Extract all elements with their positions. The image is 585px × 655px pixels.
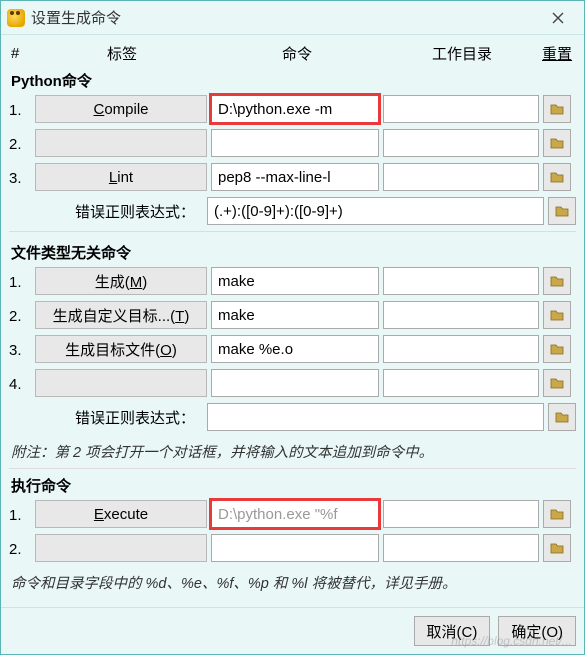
- label-button-empty[interactable]: [35, 129, 207, 157]
- regex-label: 错误正则表达式：: [9, 407, 203, 428]
- label-button-compile[interactable]: Compile: [35, 95, 207, 123]
- wd-input[interactable]: [383, 369, 539, 397]
- dir-browse-button[interactable]: [548, 403, 576, 431]
- close-icon: [552, 12, 564, 24]
- dir-browse-button[interactable]: [543, 163, 571, 191]
- regex-input-python[interactable]: [207, 197, 544, 225]
- close-button[interactable]: [538, 5, 578, 31]
- ok-button[interactable]: 确定(O): [498, 616, 576, 646]
- dir-browse-button[interactable]: [543, 95, 571, 123]
- wd-input[interactable]: [383, 534, 539, 562]
- cmd-input-make-object[interactable]: [211, 335, 379, 363]
- label-button-make-custom[interactable]: 生成自定义目标...(T): [35, 301, 207, 329]
- section-exec-title: 执行命令: [9, 469, 576, 500]
- reset-link[interactable]: 重置: [542, 46, 572, 63]
- dir-browse-button[interactable]: [543, 301, 571, 329]
- exec-row-1: 1. Execute: [9, 500, 576, 528]
- titlebar: 设置生成命令: [1, 1, 584, 35]
- content-area: # 标签 命令 工作目录 重置 Python命令 1. Compile 2. 3…: [1, 35, 584, 607]
- folder-icon: [554, 409, 570, 425]
- cmd-input[interactable]: [211, 129, 379, 157]
- row-num: 4.: [9, 374, 31, 393]
- header-wd: 工作目录: [387, 43, 537, 64]
- window-title: 设置生成命令: [31, 7, 538, 28]
- wd-input[interactable]: [383, 129, 539, 157]
- folder-icon: [549, 169, 565, 185]
- folder-icon: [549, 135, 565, 151]
- header-num: #: [9, 45, 37, 62]
- dir-browse-button[interactable]: [548, 197, 576, 225]
- row-num: 1.: [9, 100, 31, 119]
- filetype-row-4: 4.: [9, 369, 576, 397]
- row-num: 3.: [9, 340, 31, 359]
- cancel-button[interactable]: 取消(C): [414, 616, 491, 646]
- filetype-note: 附注：第 2 项会打开一个对话框，并将输入的文本追加到命令中。: [9, 437, 576, 469]
- dir-browse-button[interactable]: [543, 335, 571, 363]
- header-label: 标签: [37, 43, 207, 64]
- exec-note: 命令和目录字段中的 %d、%e、%f、%p 和 %l 将被替代，详见手册。: [9, 568, 576, 599]
- wd-input[interactable]: [383, 301, 539, 329]
- folder-icon: [549, 341, 565, 357]
- wd-input[interactable]: [383, 500, 539, 528]
- cmd-input-compile[interactable]: [211, 95, 379, 123]
- folder-icon: [549, 506, 565, 522]
- python-row-1: 1. Compile: [9, 95, 576, 123]
- filetype-row-2: 2. 生成自定义目标...(T): [9, 301, 576, 329]
- label-button-empty[interactable]: [35, 369, 207, 397]
- label-button-lint[interactable]: Lint: [35, 163, 207, 191]
- dir-browse-button[interactable]: [543, 369, 571, 397]
- section-python-title: Python命令: [9, 70, 576, 95]
- wd-input[interactable]: [383, 267, 539, 295]
- folder-icon: [549, 307, 565, 323]
- filetype-regex-row: 错误正则表达式：: [9, 403, 576, 431]
- regex-input-filetype[interactable]: [207, 403, 544, 431]
- footer: 取消(C) 确定(O) https://blog.csdn.net/...: [1, 607, 584, 654]
- row-num: 3.: [9, 168, 31, 187]
- header-cmd: 命令: [207, 43, 387, 64]
- cmd-input-lint[interactable]: [211, 163, 379, 191]
- row-num: 1.: [9, 272, 31, 291]
- dir-browse-button[interactable]: [543, 129, 571, 157]
- column-headers: # 标签 命令 工作目录 重置: [9, 41, 576, 70]
- cmd-input-execute[interactable]: [211, 500, 379, 528]
- divider: [9, 231, 576, 232]
- cmd-input[interactable]: [211, 369, 379, 397]
- row-num: 1.: [9, 505, 31, 524]
- header-reset: 重置: [537, 43, 576, 64]
- python-row-2: 2.: [9, 129, 576, 157]
- dir-browse-button[interactable]: [543, 534, 571, 562]
- section-filetype-title: 文件类型无关命令: [9, 236, 576, 267]
- label-button-empty[interactable]: [35, 534, 207, 562]
- cmd-input-make-custom[interactable]: [211, 301, 379, 329]
- row-num: 2.: [9, 306, 31, 325]
- label-button-make[interactable]: 生成(M): [35, 267, 207, 295]
- wd-input[interactable]: [383, 163, 539, 191]
- wd-input[interactable]: [383, 95, 539, 123]
- exec-row-2: 2.: [9, 534, 576, 562]
- folder-icon: [549, 101, 565, 117]
- folder-icon: [554, 203, 570, 219]
- regex-label: 错误正则表达式：: [9, 201, 203, 222]
- folder-icon: [549, 273, 565, 289]
- app-icon: [7, 9, 25, 27]
- python-regex-row: 错误正则表达式：: [9, 197, 576, 225]
- label-button-make-object[interactable]: 生成目标文件(O): [35, 335, 207, 363]
- row-num: 2.: [9, 134, 31, 153]
- python-row-3: 3. Lint: [9, 163, 576, 191]
- row-num: 2.: [9, 539, 31, 558]
- dir-browse-button[interactable]: [543, 500, 571, 528]
- filetype-row-1: 1. 生成(M): [9, 267, 576, 295]
- cmd-input[interactable]: [211, 534, 379, 562]
- dir-browse-button[interactable]: [543, 267, 571, 295]
- dialog-window: 设置生成命令 # 标签 命令 工作目录 重置 Python命令 1. Compi…: [0, 0, 585, 655]
- cmd-input-make[interactable]: [211, 267, 379, 295]
- filetype-row-3: 3. 生成目标文件(O): [9, 335, 576, 363]
- folder-icon: [549, 375, 565, 391]
- wd-input[interactable]: [383, 335, 539, 363]
- folder-icon: [549, 540, 565, 556]
- label-button-execute[interactable]: Execute: [35, 500, 207, 528]
